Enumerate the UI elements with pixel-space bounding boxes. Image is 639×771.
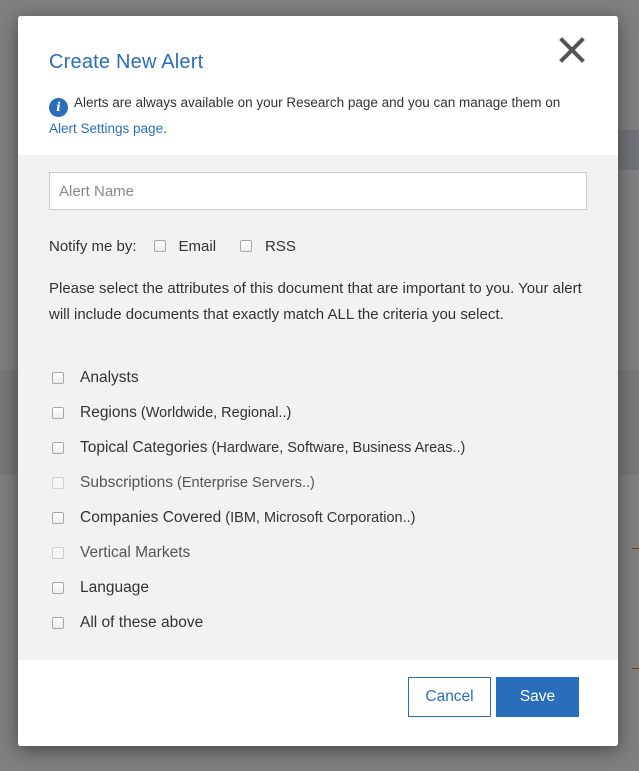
email-label: Email [178,237,217,255]
attribute-label: Vertical Markets [80,544,191,561]
info-text: Alerts are always available on your Rese… [74,95,561,110]
analysts-checkbox[interactable] [52,372,64,384]
dialog-body: Notify me by: Email RSS Please select th… [18,155,618,660]
attribute-label: All of these above [80,614,204,631]
close-button[interactable] [556,34,588,66]
cancel-button[interactable]: Cancel [408,677,491,717]
info-suffix: . [163,121,167,136]
attribute-label: Analysts [80,369,139,386]
alert-settings-link[interactable]: Alert Settings page [49,121,163,136]
attribute-hint: (IBM, Microsoft Corporation..) [225,510,416,526]
attribute-regions[interactable]: Regions (Worldwide, Regional..) [52,401,291,425]
attribute-hint: (Worldwide, Regional..) [140,405,292,421]
attribute-vertical-markets: Vertical Markets [52,541,190,565]
notify-options: Notify me by: Email RSS [49,235,303,257]
rss-checkbox[interactable] [240,240,253,252]
attribute-analysts[interactable]: Analysts [52,366,139,390]
info-message: i Alerts are always available on your Res… [49,91,589,141]
info-icon: i [49,98,68,117]
dialog-title: Create New Alert [49,51,204,73]
rss-label: RSS [265,237,296,255]
attributes-description: Please select the attributes of this doc… [49,280,582,323]
subscriptions-checkbox [52,477,64,489]
save-button[interactable]: Save [496,677,579,717]
language-checkbox[interactable] [52,582,64,594]
alert-name-input[interactable] [49,172,587,210]
regions-checkbox[interactable] [52,407,64,419]
email-checkbox[interactable] [153,240,166,252]
dialog-footer: Cancel Save [18,660,618,746]
create-alert-dialog: Create New Alert i Alerts are always avai… [18,16,618,746]
notify-label: Notify me by: [49,237,137,255]
attribute-label: Regions [80,404,137,421]
close-icon [559,37,585,63]
attribute-label: Companies Covered [80,509,222,526]
attribute-label: Topical Categories [80,439,208,456]
attribute-label: Subscriptions [80,474,174,491]
attribute-language[interactable]: Language [52,576,149,600]
attribute-label: Language [80,579,149,596]
dialog-header: Create New Alert i Alerts are always avai… [18,16,618,155]
attribute-all[interactable]: All of these above [52,611,203,635]
attribute-subscriptions: Subscriptions (Enterprise Servers..) [52,471,315,495]
topical-categories-checkbox[interactable] [52,442,64,454]
companies-covered-checkbox[interactable] [52,512,64,524]
vertical-markets-checkbox [52,547,64,559]
attribute-hint: (Hardware, Software, Business Areas..) [211,440,466,456]
attribute-hint: (Enterprise Servers..) [177,475,315,491]
attribute-topical-categories[interactable]: Topical Categories (Hardware, Software, … [52,436,465,460]
all-attributes-checkbox[interactable] [52,617,64,629]
attribute-companies-covered[interactable]: Companies Covered (IBM, Microsoft Corpor… [52,506,415,530]
